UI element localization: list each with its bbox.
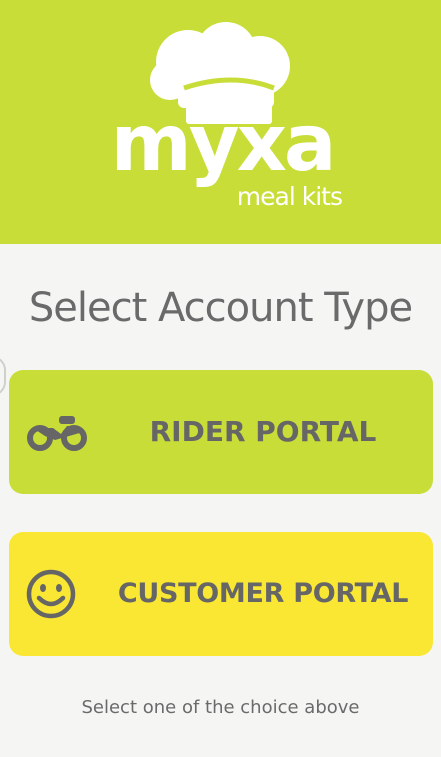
brand-tagline: meal kits	[236, 182, 343, 211]
page-title: Select Account Type	[28, 285, 413, 331]
scroll-edge-indicator	[0, 356, 6, 396]
customer-portal-button[interactable]: CUSTOMER PORTAL	[9, 532, 433, 656]
brand-header: myxa meal kits	[0, 0, 441, 244]
brand-name: myxa	[110, 99, 336, 189]
rider-portal-button[interactable]: RIDER PORTAL	[9, 370, 433, 494]
account-type-screen: myxa meal kits Select Account Type RIDER…	[0, 0, 441, 757]
selection-hint: Select one of the choice above	[81, 697, 360, 718]
smiley-face-icon	[26, 569, 76, 619]
motorcycle-icon	[27, 416, 87, 451]
rider-portal-label: RIDER PORTAL	[149, 415, 377, 448]
customer-portal-label: CUSTOMER PORTAL	[117, 578, 409, 609]
